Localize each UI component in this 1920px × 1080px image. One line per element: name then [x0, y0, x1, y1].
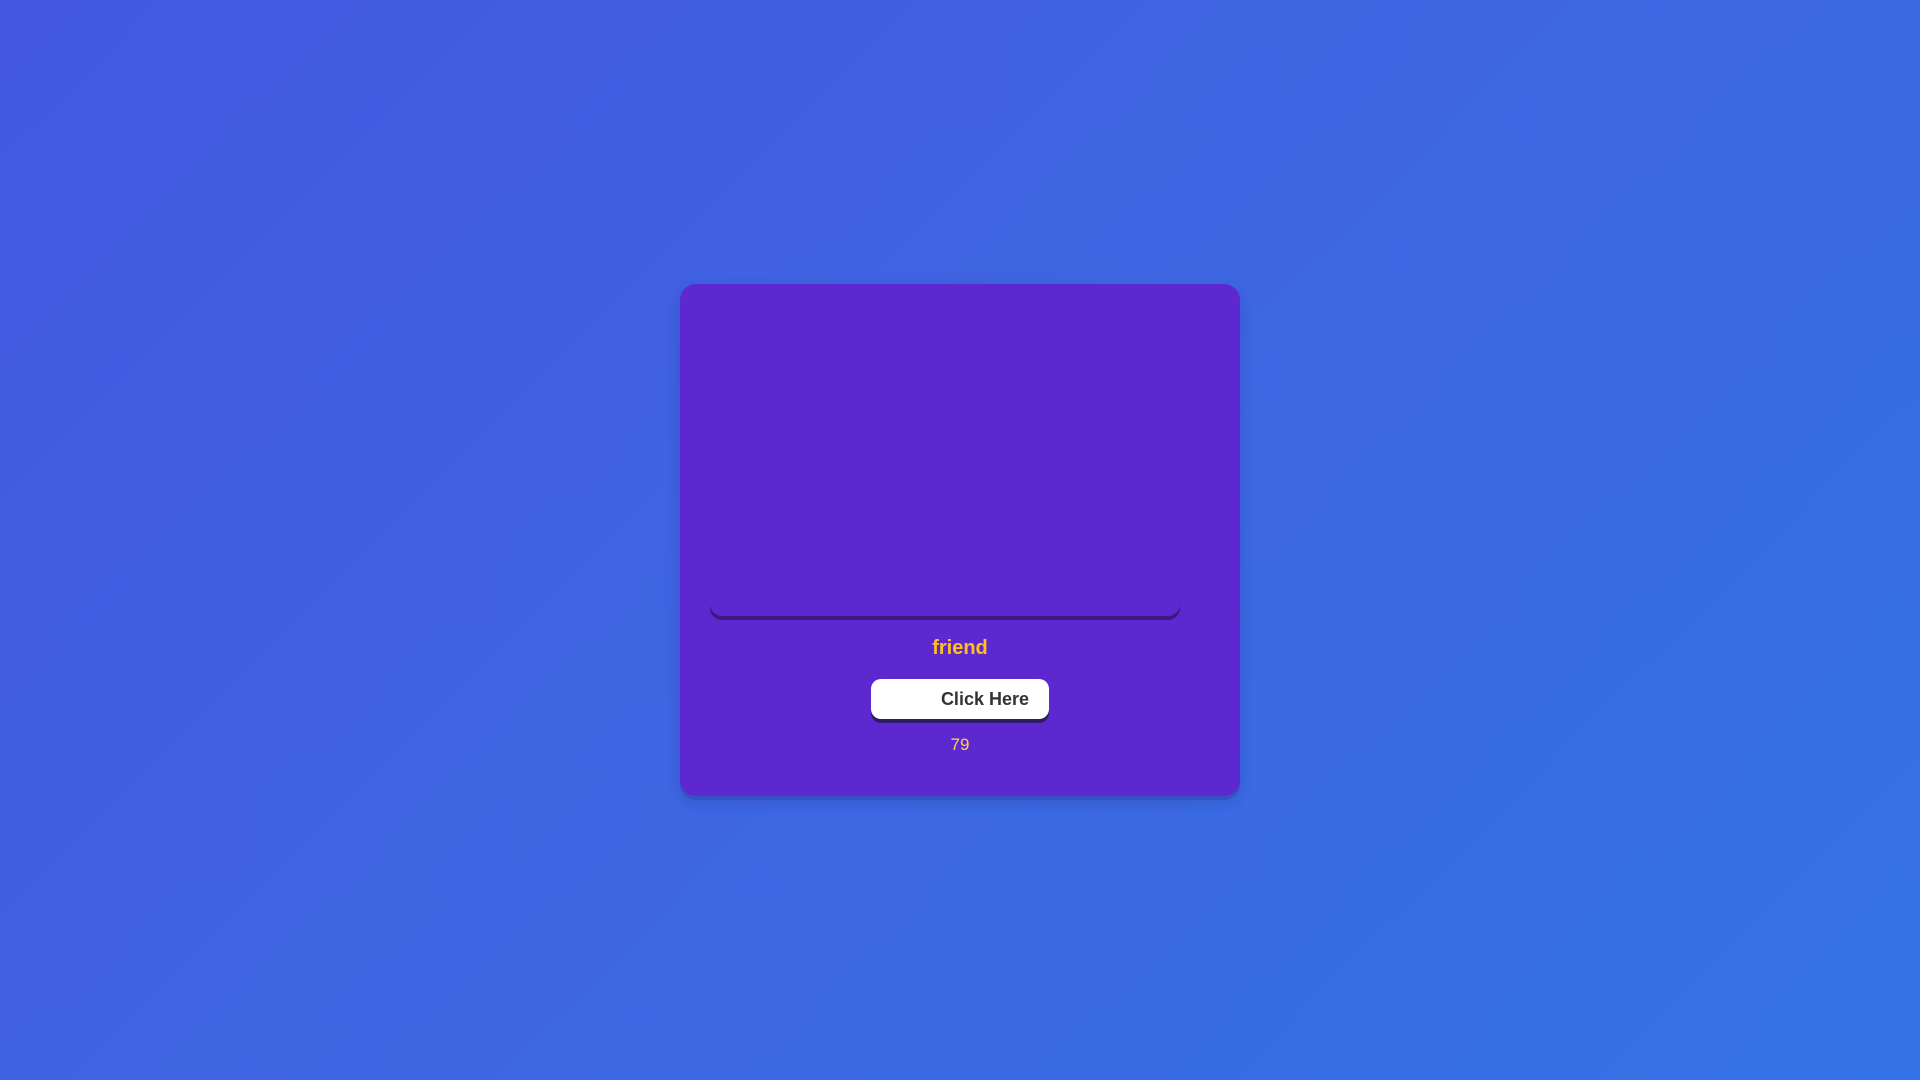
- main-card: friend Click Here 79: [680, 284, 1240, 796]
- media-panel: [710, 312, 1180, 616]
- click-here-button[interactable]: Click Here: [871, 679, 1049, 719]
- counter-value: 79: [950, 735, 970, 754]
- word-label: friend: [932, 637, 988, 659]
